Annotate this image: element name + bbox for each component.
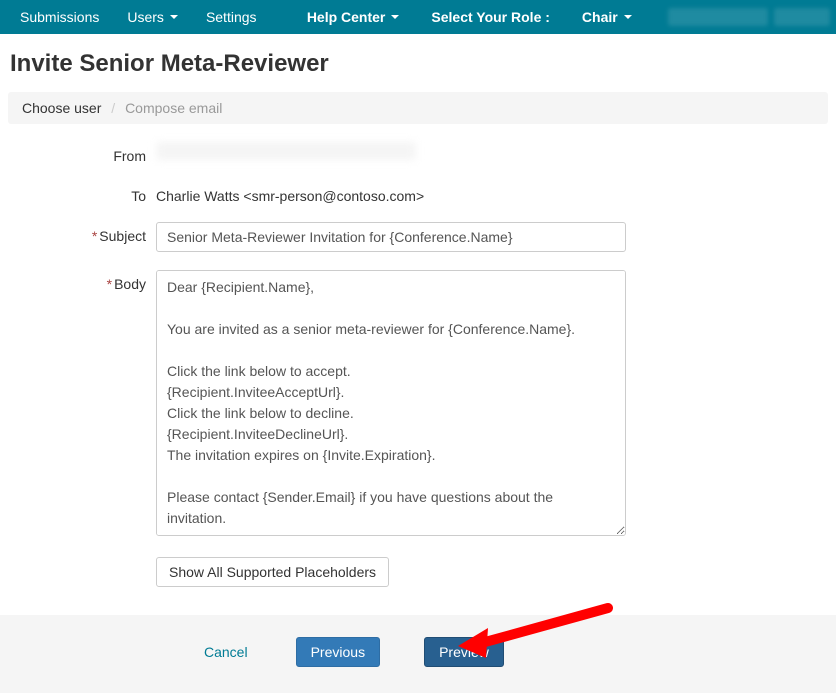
nav-help-center-label: Help Center [307, 9, 386, 25]
page-title: Invite Senior Meta-Reviewer [0, 34, 836, 92]
required-star-icon: * [107, 276, 112, 292]
cancel-button[interactable]: Cancel [200, 638, 252, 666]
subject-label: *Subject [0, 222, 156, 244]
nav-submissions[interactable]: Submissions [6, 3, 113, 31]
to-value: Charlie Watts <smr-person@contoso.com> [156, 182, 626, 204]
compose-email-form: From To Charlie Watts <smr-person@contos… [0, 142, 836, 615]
nav-role-value: Chair [582, 9, 618, 25]
from-value-redacted [156, 142, 416, 160]
subject-input[interactable] [156, 222, 626, 252]
nav-select-role-label: Select Your Role : [417, 3, 564, 31]
breadcrumb-step-compose-email: Compose email [125, 100, 222, 116]
required-star-icon: * [92, 228, 97, 244]
caret-down-icon [624, 15, 632, 19]
nav-users[interactable]: Users [113, 3, 192, 31]
nav-settings[interactable]: Settings [192, 3, 271, 31]
nav-user-menu-redacted [774, 8, 830, 26]
nav-role-select[interactable]: Chair [568, 3, 646, 31]
body-label: *Body [0, 270, 156, 292]
caret-down-icon [170, 15, 178, 19]
breadcrumb-step-choose-user[interactable]: Choose user [22, 100, 101, 116]
show-placeholders-button[interactable]: Show All Supported Placeholders [156, 557, 389, 587]
to-label: To [0, 182, 156, 204]
nav-user-info-redacted [668, 8, 768, 26]
breadcrumb-separator: / [111, 100, 115, 116]
footer-actions: Cancel Previous Preview [0, 615, 836, 693]
preview-button[interactable]: Preview [424, 637, 504, 667]
top-navbar: Submissions Users Settings Help Center S… [0, 0, 836, 34]
previous-button[interactable]: Previous [296, 637, 380, 667]
nav-help-center[interactable]: Help Center [293, 3, 414, 31]
from-label: From [0, 142, 156, 164]
breadcrumb: Choose user / Compose email [8, 92, 828, 124]
body-textarea[interactable] [156, 270, 626, 536]
caret-down-icon [391, 15, 399, 19]
nav-users-label: Users [127, 9, 164, 25]
